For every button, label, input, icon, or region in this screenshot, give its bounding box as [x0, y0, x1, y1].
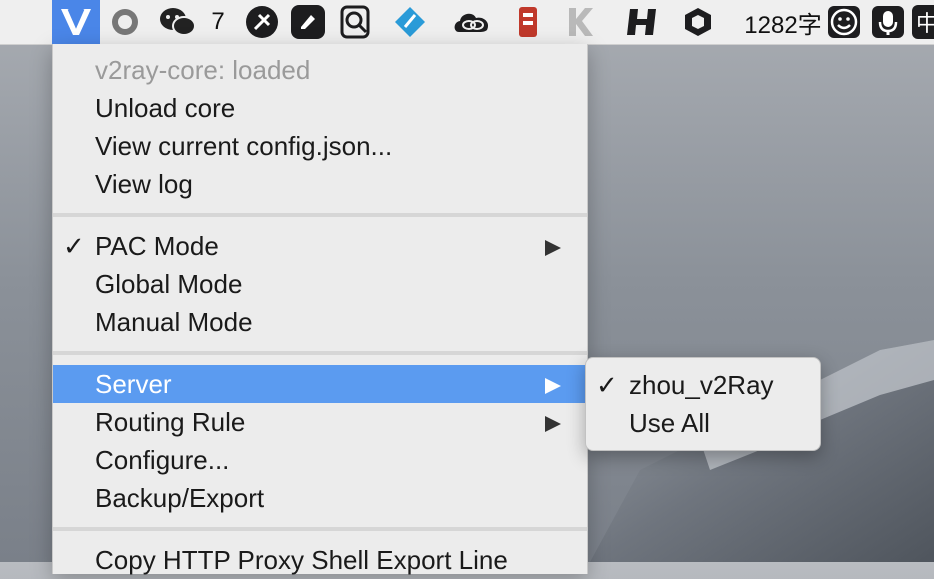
menu-separator — [53, 213, 587, 217]
backup-export-label: Backup/Export — [95, 483, 265, 513]
dictation-button[interactable] — [870, 3, 906, 41]
creative-cloud-button[interactable] — [450, 3, 494, 41]
view-log-label: View log — [95, 169, 193, 199]
backup-export-item[interactable]: Backup/Export — [53, 479, 587, 517]
microphone-icon — [872, 6, 904, 38]
pac-mode-label: PAC Mode — [95, 231, 219, 261]
word-count[interactable]: 1282字 — [742, 3, 824, 41]
menu-separator — [53, 527, 587, 531]
global-mode-label: Global Mode — [95, 269, 243, 299]
creative-cloud-icon — [454, 13, 489, 32]
menu-bar: 7 1282字 中 — [0, 0, 934, 45]
server-checkmark-icon: ✓ — [596, 370, 618, 400]
git-button[interactable] — [244, 3, 280, 41]
git-icon — [246, 6, 278, 38]
emoji-icon — [828, 6, 860, 38]
view-log-item[interactable]: View log — [53, 165, 587, 203]
dictionary-icon — [519, 7, 537, 37]
pac-mode-item[interactable]: ✓ PAC Mode — [53, 227, 587, 265]
use-all-label: Use All — [629, 408, 710, 438]
configure-item[interactable]: Configure... — [53, 441, 587, 479]
manual-mode-item[interactable]: Manual Mode — [53, 303, 587, 341]
wechat-button[interactable] — [156, 3, 200, 41]
feather-button[interactable] — [390, 3, 430, 41]
input-method-button[interactable]: 中 — [912, 3, 934, 41]
routing-rule-label: Routing Rule — [95, 407, 246, 437]
wechat-icon — [160, 8, 196, 36]
v2ray-icon — [61, 8, 91, 35]
emoji-button[interactable] — [826, 3, 862, 41]
server-submenu: ✓ zhou_v2Ray Use All — [585, 357, 821, 451]
status-icon[interactable] — [108, 3, 142, 41]
note-button[interactable] — [290, 3, 326, 41]
feather-icon — [395, 7, 425, 37]
search-doc-icon — [340, 5, 370, 39]
input-method-label: 中 — [912, 5, 934, 39]
copy-proxy-item[interactable]: Copy HTTP Proxy Shell Export Line — [53, 541, 587, 579]
server-zhou-v2ray-item[interactable]: ✓ zhou_v2Ray — [586, 366, 820, 404]
k-icon — [569, 8, 593, 36]
core-status-label: v2ray-core: loaded — [95, 55, 311, 85]
server-item[interactable]: Server — [53, 365, 587, 403]
hexagon-icon — [685, 8, 711, 36]
submenu-arrow-icon — [545, 416, 561, 432]
global-mode-item[interactable]: Global Mode — [53, 265, 587, 303]
v2rayx-dropdown-menu: v2ray-core: loaded Unload core View curr… — [52, 44, 588, 575]
hexagon-button[interactable] — [680, 3, 716, 41]
server-label: Server — [95, 369, 172, 399]
view-config-item[interactable]: View current config.json... — [53, 127, 587, 165]
manual-mode-label: Manual Mode — [95, 307, 253, 337]
note-icon — [291, 5, 325, 39]
v2rayx-menu-icon[interactable] — [52, 0, 100, 44]
v2rayx-status-icon — [112, 9, 138, 35]
copy-proxy-label: Copy HTTP Proxy Shell Export Line — [95, 545, 508, 575]
menu-separator — [53, 351, 587, 355]
configure-label: Configure... — [95, 445, 230, 475]
core-status-item: v2ray-core: loaded — [53, 51, 587, 89]
search-doc-button[interactable] — [336, 3, 376, 41]
submenu-arrow-icon — [545, 378, 561, 394]
h-icon — [627, 9, 656, 35]
view-config-label: View current config.json... — [95, 131, 393, 161]
unload-core-label: Unload core — [95, 93, 236, 123]
use-all-item[interactable]: Use All — [586, 404, 820, 442]
submenu-arrow-icon — [545, 240, 561, 256]
routing-rule-item[interactable]: Routing Rule — [53, 403, 587, 441]
pac-mode-checkmark-icon: ✓ — [63, 231, 85, 261]
k-button[interactable] — [560, 3, 600, 41]
dictionary-button[interactable] — [510, 3, 546, 41]
wechat-badge: 7 — [211, 8, 225, 35]
unload-core-item[interactable]: Unload core — [53, 89, 587, 127]
h-button[interactable] — [622, 3, 662, 41]
server-zhou-v2ray-label: zhou_v2Ray — [629, 370, 774, 400]
